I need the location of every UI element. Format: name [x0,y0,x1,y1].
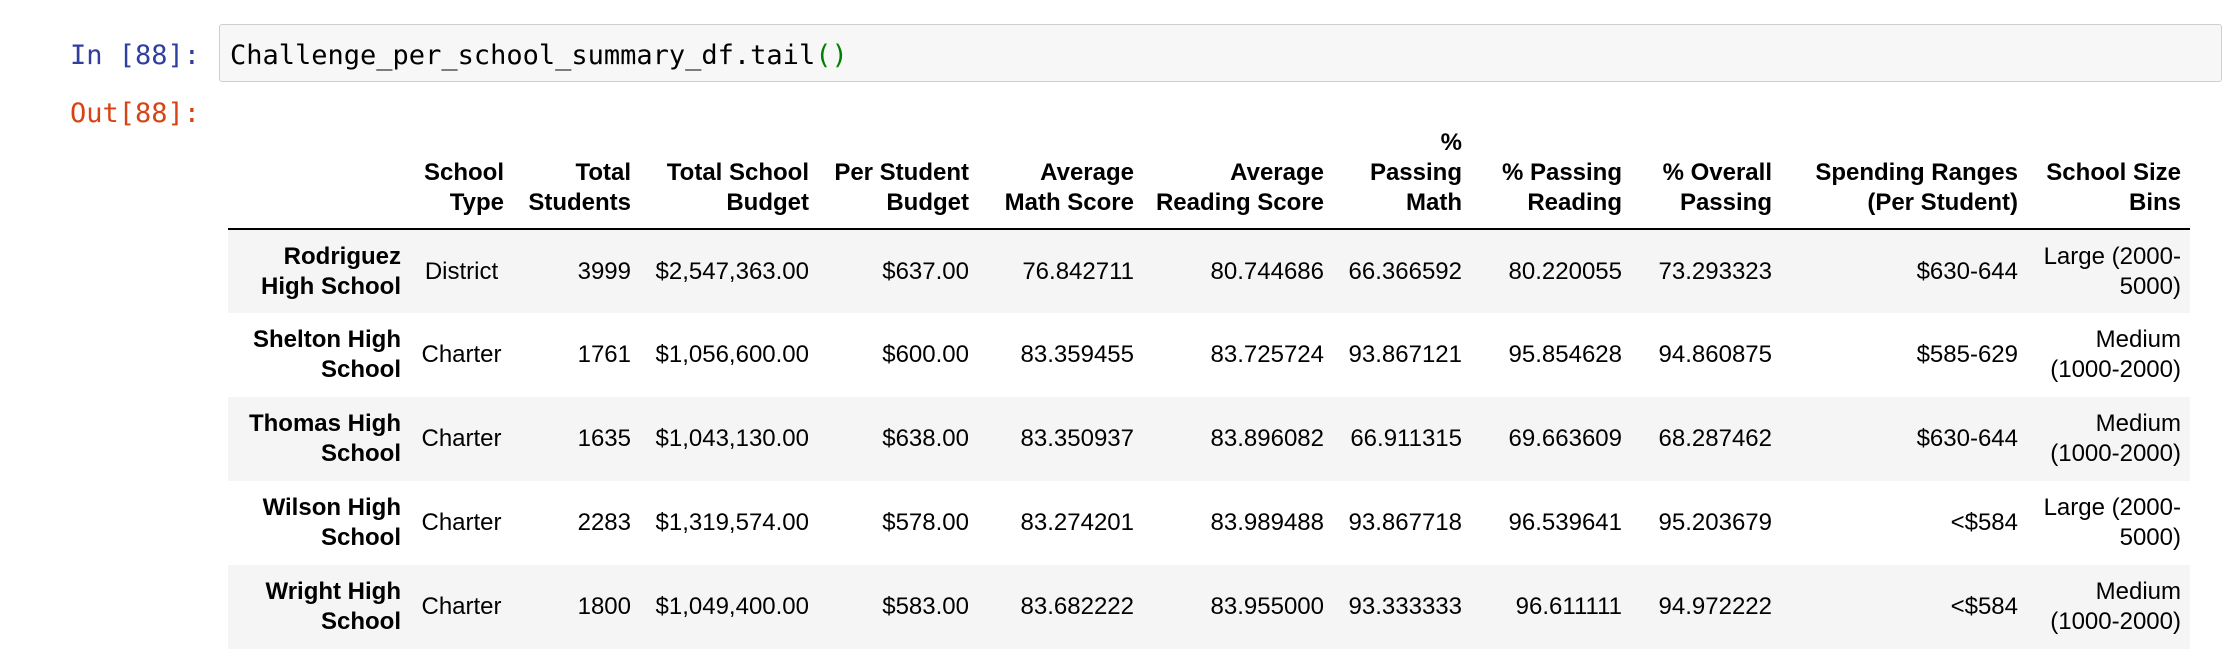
column-header-spending-ranges: Spending Ranges (Per Student) [1781,128,2027,230]
cell-average-math-score: 83.274201 [1020,509,1134,536]
cell-school-type: Charter [421,509,502,536]
cell-overall-passing: 94.972222 [1658,593,1772,620]
cell-per-student-budget: $600.00 [882,341,969,368]
cell-average-reading-score: 80.744686 [1210,257,1324,285]
column-header-per-student-budget: Per Student Budget [818,128,978,230]
cell-total-school-budget: $1,049,400.00 [655,593,809,620]
row-index-label: Wright High School [265,578,401,635]
cell-total-students: 1761 [577,341,631,368]
table-row: Wright High School Charter 1800 $1,049,4… [228,565,2190,649]
cell-total-students: 3999 [577,257,631,285]
cell-passing-reading: 69.663609 [1508,425,1622,452]
table-row: Wilson High School Charter 2283 $1,319,5… [228,481,2190,565]
cell-total-students: 2283 [577,509,631,536]
cell-passing-reading: 96.611111 [1515,593,1622,620]
cell-passing-reading: 96.539641 [1508,509,1622,536]
cell-average-math-score: 76.842711 [1022,257,1134,285]
dataframe-table: School Type Total Students Total School … [228,128,2190,649]
column-header-school-type: School Type [410,128,513,230]
cell-total-school-budget: $2,547,363.00 [655,257,809,285]
input-prompt: In [88]: [70,40,201,71]
row-index-label: Wilson High School [262,494,401,551]
cell-overall-passing: 73.293323 [1658,257,1772,285]
cell-overall-passing: 94.860875 [1658,341,1772,368]
table-row: Rodriguez High School District 3999 $2,5… [228,229,2190,313]
cell-average-reading-score: 83.955000 [1210,593,1324,620]
cell-overall-passing: 95.203679 [1658,509,1772,536]
output-prompt: Out[88]: [70,98,201,129]
row-index-label: Shelton High School [253,326,401,383]
cell-school-type: Charter [421,425,502,452]
cell-spending-range: $630-644 [1916,425,2018,452]
cell-total-school-budget: $1,319,574.00 [655,509,809,536]
cell-total-school-budget: $1,043,130.00 [655,425,809,452]
cell-school-type: Charter [421,593,502,620]
cell-average-math-score: 83.359455 [1020,341,1134,368]
cell-spending-range: $585-629 [1916,341,2018,368]
table-header-row: School Type Total Students Total School … [228,128,2190,230]
code-line[interactable]: Challenge_per_school_summary_df.tail() [230,42,848,69]
cell-spending-range: <$584 [1950,593,2018,620]
cell-per-student-budget: $578.00 [882,509,969,536]
cell-overall-passing: 68.287462 [1658,425,1772,452]
cell-per-student-budget: $583.00 [882,593,969,620]
table-row: Thomas High School Charter 1635 $1,043,1… [228,397,2190,481]
cell-average-reading-score: 83.896082 [1210,425,1324,452]
column-header-average-reading-score: Average Reading Score [1143,128,1333,230]
column-header-average-math-score: Average Math Score [978,128,1143,230]
column-header-total-students: Total Students [513,128,640,230]
cell-total-school-budget: $1,056,600.00 [655,341,809,368]
code-input-area[interactable]: Challenge_per_school_summary_df.tail() [219,24,2222,82]
cell-passing-math: 93.867121 [1348,341,1462,368]
cell-passing-math: 66.366592 [1348,257,1462,285]
code-parens: () [815,40,848,71]
cell-school-type: Charter [421,341,502,368]
cell-school-size-bin: Large (2000-5000) [2043,494,2181,551]
cell-passing-math: 93.333333 [1348,593,1462,620]
cell-school-type: District [424,257,499,285]
code-text: Challenge_per_school_summary_df.tail [230,40,816,71]
cell-average-math-score: 83.682222 [1020,593,1134,620]
column-header-overall-passing: % Overall Passing [1631,128,1781,230]
column-header-total-school-budget: Total School Budget [640,128,818,230]
cell-average-math-score: 83.350937 [1020,425,1134,452]
column-header-passing-reading: % Passing Reading [1471,128,1631,230]
cell-total-students: 1635 [577,425,631,452]
cell-passing-math: 93.867718 [1348,509,1462,536]
cell-school-size-bin: Medium (1000-2000) [2050,326,2181,383]
column-header-passing-math: % Passing Math [1333,128,1471,230]
cell-passing-reading: 80.220055 [1508,257,1622,285]
cell-total-students: 1800 [577,593,631,620]
table-row: Shelton High School Charter 1761 $1,056,… [228,313,2190,397]
column-header-school-size-bins: School Size Bins [2027,128,2190,230]
cell-school-size-bin: Large (2000-5000) [2043,242,2181,300]
cell-average-reading-score: 83.989488 [1210,509,1324,536]
cell-school-size-bin: Medium (1000-2000) [2050,578,2181,635]
cell-per-student-budget: $637.00 [882,257,969,285]
cell-per-student-budget: $638.00 [882,425,969,452]
cell-passing-reading: 95.854628 [1508,341,1622,368]
cell-spending-range: $630-644 [1916,257,2018,285]
cell-passing-math: 66.911315 [1350,425,1462,452]
row-index-label: Thomas High School [248,410,401,467]
cell-average-reading-score: 83.725724 [1210,341,1324,368]
cell-school-size-bin: Medium (1000-2000) [2050,410,2181,467]
cell-spending-range: <$584 [1950,509,2018,536]
row-index-label: Rodriguez High School [261,242,401,300]
column-header-index [228,128,410,230]
